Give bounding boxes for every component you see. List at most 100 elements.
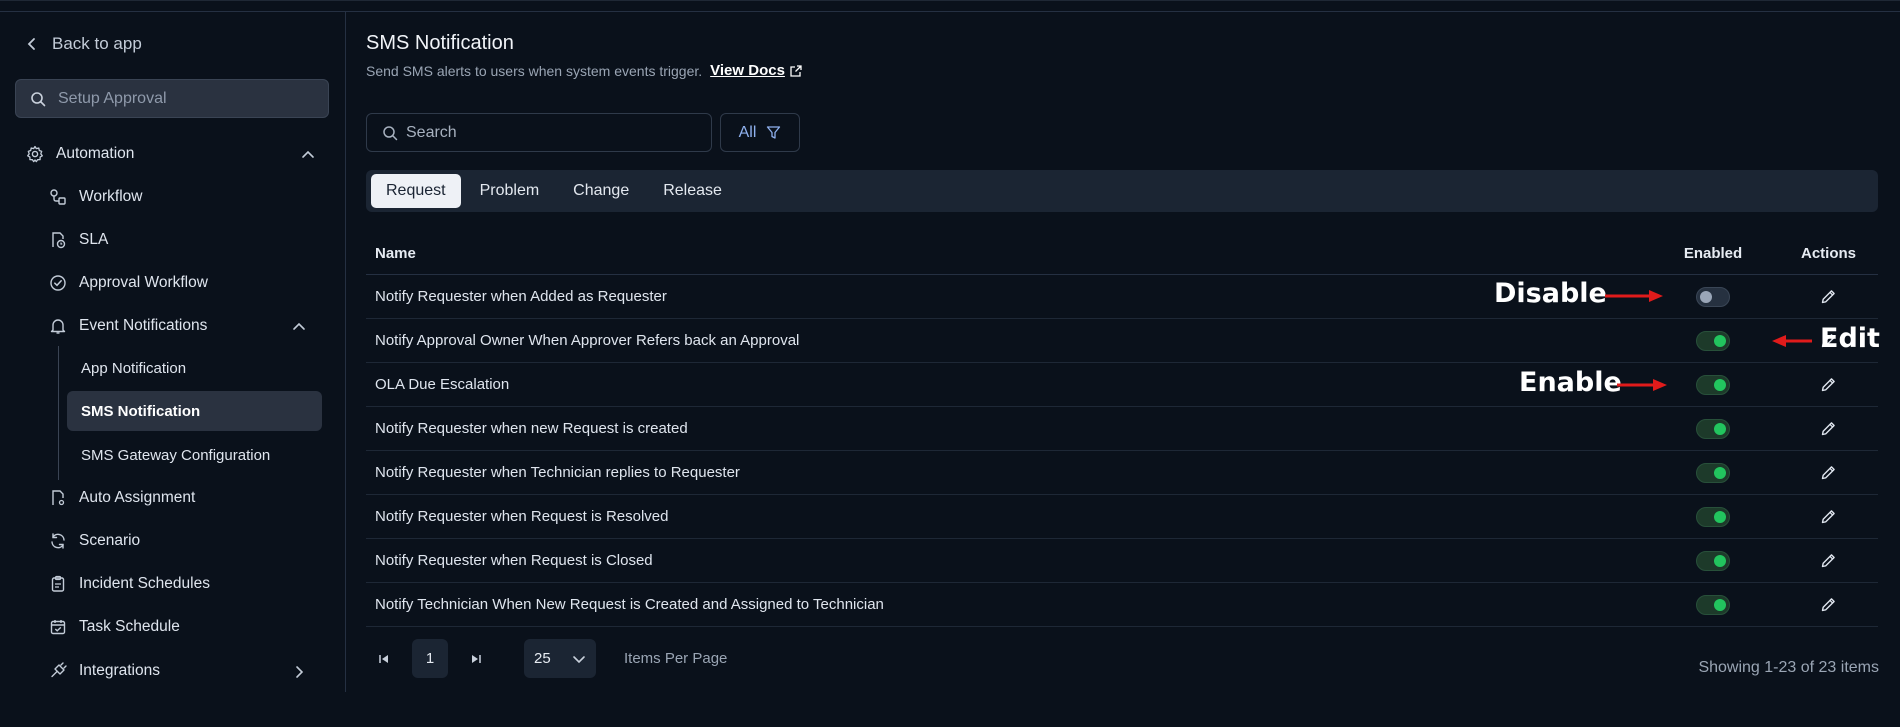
pencil-icon[interactable] — [1820, 508, 1837, 525]
sidebar-item-integrations[interactable]: Integrations — [49, 659, 160, 683]
chevron-up-icon[interactable] — [301, 148, 315, 162]
sub-item-label: App Notification — [81, 359, 187, 377]
per-page-value: 25 — [534, 650, 551, 667]
arrow-right-icon — [1605, 290, 1663, 302]
docs-link-label: View Docs — [710, 62, 785, 79]
main-content: SMS Notification Send SMS alerts to user… — [347, 12, 1900, 692]
pencil-icon[interactable] — [1820, 596, 1837, 613]
tab-change[interactable]: Change — [558, 174, 644, 208]
sidebar-item-task-schedule[interactable]: Task Schedule — [49, 615, 180, 639]
back-to-app-link[interactable]: Back to app — [26, 34, 142, 54]
sidebar-item-scenario[interactable]: Scenario — [49, 529, 140, 553]
pencil-icon[interactable] — [1820, 376, 1837, 393]
page-title: SMS Notification — [366, 32, 514, 54]
search-field[interactable] — [366, 113, 712, 152]
first-page-button[interactable] — [366, 639, 402, 678]
sidebar-item-label: Incident Schedules — [79, 575, 210, 592]
table-body: Notify Requester when Added as Requester… — [366, 275, 1878, 627]
toggle-knob — [1714, 510, 1726, 523]
page-number-button[interactable]: 1 — [412, 639, 448, 678]
sidebar-item-workflow[interactable]: Workflow — [49, 185, 142, 209]
column-header-enabled: Enabled — [1683, 244, 1743, 262]
file-clock-icon — [52, 232, 66, 249]
sub-item-app-notification[interactable]: App Notification — [67, 348, 322, 388]
page-subtitle: Send SMS alerts to users when system eve… — [366, 62, 803, 79]
table-row: Notify Requester when Technician replies… — [366, 451, 1878, 495]
sidebar-item-label: Automation — [56, 145, 135, 162]
toggle-knob — [1714, 554, 1726, 567]
pencil-icon[interactable] — [1820, 464, 1837, 481]
chevron-right-icon[interactable] — [292, 665, 306, 679]
per-page-label: Items Per Page — [624, 650, 728, 667]
top-bar — [0, 1, 1900, 12]
sub-item-sms-notification[interactable]: SMS Notification — [67, 391, 322, 431]
check-circle-icon — [50, 275, 66, 291]
sidebar-item-automation[interactable]: Automation — [26, 142, 134, 166]
table-row: Notify Approval Owner When Approver Refe… — [366, 319, 1878, 363]
toggle-knob — [1714, 378, 1726, 391]
sidebar-item-label: Integrations — [79, 662, 160, 679]
search-input[interactable] — [406, 123, 706, 142]
app-frame: Back to app Automation Workflow SLA Appr… — [0, 0, 1900, 727]
table-row: Notify Requester when new Request is cre… — [366, 407, 1878, 451]
pencil-icon[interactable] — [1820, 552, 1837, 569]
enabled-cell — [1647, 550, 1779, 571]
chevron-down-icon — [573, 655, 585, 663]
last-page-button[interactable] — [458, 639, 494, 678]
chevron-up-icon[interactable] — [292, 320, 306, 334]
filter-button[interactable]: All — [720, 113, 800, 152]
sidebar-item-sla[interactable]: SLA — [49, 228, 108, 252]
enabled-toggle[interactable] — [1696, 286, 1730, 307]
toggle-knob — [1714, 334, 1726, 347]
enabled-toggle[interactable] — [1696, 418, 1730, 439]
table-row: Notify Requester when Request is Closed — [366, 539, 1878, 583]
enabled-toggle[interactable] — [1696, 330, 1730, 351]
file-settings-icon — [52, 490, 65, 506]
sidebar-item-event-notifications[interactable]: Event Notifications — [49, 314, 207, 338]
enabled-toggle[interactable] — [1696, 506, 1730, 527]
sidebar-search[interactable] — [15, 79, 329, 118]
sidebar-item-auto-assignment[interactable]: Auto Assignment — [49, 486, 195, 510]
items-count: Showing 1-23 of 23 items — [1698, 659, 1879, 676]
sidebar-search-input[interactable] — [58, 89, 318, 108]
annotation-edit: Edit — [1820, 323, 1880, 354]
column-header-actions: Actions — [1800, 244, 1856, 262]
enabled-toggle[interactable] — [1696, 462, 1730, 483]
enabled-toggle[interactable] — [1696, 550, 1730, 571]
tab-request[interactable]: Request — [371, 174, 461, 208]
arrow-left-icon — [1772, 335, 1812, 347]
enabled-toggle[interactable] — [1696, 594, 1730, 615]
sidebar: Back to app Automation Workflow SLA Appr… — [0, 12, 346, 692]
toggle-knob — [1700, 290, 1712, 303]
per-page-select[interactable]: 25 — [524, 639, 596, 678]
sub-item-sms-gateway-configuration[interactable]: SMS Gateway Configuration — [67, 435, 322, 475]
sidebar-item-label: Scenario — [79, 532, 141, 549]
sidebar-item-approval-workflow[interactable]: Approval Workflow — [49, 271, 208, 295]
actions-cell — [1779, 508, 1878, 525]
sidebar-item-incident-schedules[interactable]: Incident Schedules — [49, 572, 210, 596]
notification-name: Notify Requester when Request is Closed — [375, 552, 653, 569]
view-docs-link[interactable]: View Docs — [710, 62, 803, 79]
filter-label: All — [738, 123, 757, 141]
tab-release[interactable]: Release — [648, 174, 737, 208]
tab-problem[interactable]: Problem — [465, 174, 555, 208]
enabled-cell — [1647, 462, 1779, 483]
subnav-divider — [58, 346, 59, 480]
enabled-toggle[interactable] — [1696, 374, 1730, 395]
pencil-icon[interactable] — [1820, 288, 1837, 305]
enabled-cell — [1647, 330, 1779, 351]
notification-name: Notify Technician When New Request is Cr… — [375, 596, 884, 613]
search-icon — [31, 91, 46, 106]
notification-name: Notify Requester when Request is Resolve… — [375, 508, 669, 525]
actions-cell — [1779, 552, 1878, 569]
search-icon — [383, 125, 398, 140]
actions-cell — [1779, 288, 1878, 305]
notification-name: Notify Approval Owner When Approver Refe… — [375, 332, 800, 349]
sidebar-item-label: Task Schedule — [79, 618, 180, 635]
table-row: Notify Requester when Request is Resolve… — [366, 495, 1878, 539]
plug-icon — [51, 662, 67, 678]
pencil-icon[interactable] — [1820, 420, 1837, 437]
back-label: Back to app — [52, 34, 142, 53]
toggle-knob — [1714, 422, 1726, 435]
sidebar-item-label: Workflow — [79, 188, 143, 205]
